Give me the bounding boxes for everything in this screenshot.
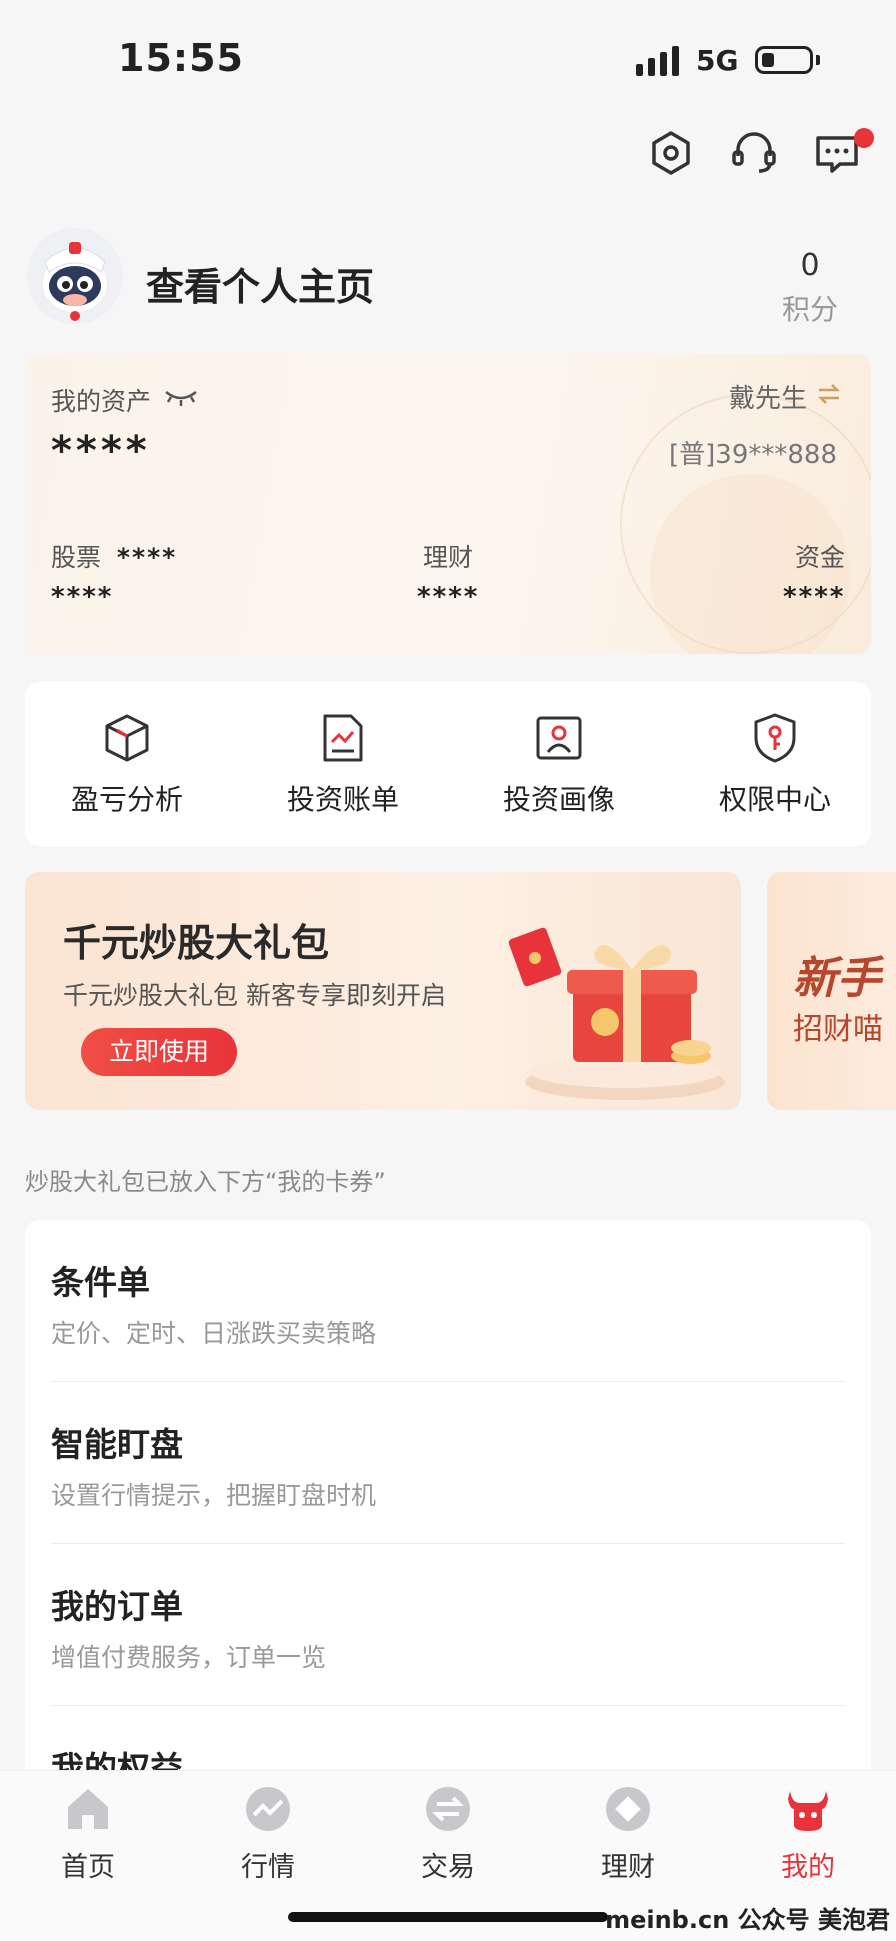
tab-home[interactable]: 首页 (28, 1785, 148, 1895)
settings-icon[interactable] (646, 128, 696, 178)
tab-market[interactable]: 行情 (208, 1785, 328, 1895)
account-number: [普]39***888 (669, 440, 837, 470)
tool-label: 投资账单 (286, 783, 399, 816)
stock-label: 股票 **** (51, 543, 178, 572)
service-my-orders[interactable]: 我的订单 增值付费服务，订单一览 (25, 1544, 871, 1706)
voucher-note: 炒股大礼包已放入下方“我的卡券” (25, 1168, 386, 1196)
service-desc: 设置行情提示，把握盯盘时机 (51, 1481, 377, 1510)
tab-label: 首页 (61, 1852, 115, 1883)
status-bar: 15:55 5G (0, 0, 896, 120)
tab-trade[interactable]: 交易 (388, 1785, 508, 1895)
tab-wealth[interactable]: 理财 (568, 1785, 688, 1895)
network-label: 5G (696, 44, 739, 77)
funds-value: **** (783, 582, 846, 612)
chart-doc-icon (323, 714, 363, 762)
points-value[interactable]: 0 (770, 248, 850, 283)
bull-mascot-icon (27, 228, 123, 324)
tab-label: 我的 (781, 1852, 835, 1883)
service-desc: 增值付费服务，订单一览 (51, 1643, 327, 1672)
tool-investor-profile[interactable]: 投资画像 (469, 712, 649, 832)
bull-icon (788, 1791, 828, 1831)
newbie-banner[interactable]: 新手 招财喵 (767, 872, 896, 1110)
tools-card: 盈亏分析 投资账单 投资画像 权限中心 (25, 682, 871, 846)
service-conditional-order[interactable]: 条件单 定价、定时、日涨跌买卖策略 (25, 1220, 871, 1382)
home-icon (68, 1789, 108, 1829)
tool-profit-analysis[interactable]: 盈亏分析 (37, 712, 217, 832)
tab-label: 理财 (601, 1852, 655, 1883)
asset-total: **** (51, 428, 151, 474)
banner-subtitle: 千元炒股大礼包 新客专享即刻开启 (63, 981, 446, 1010)
switch-account-icon[interactable] (815, 380, 843, 408)
tool-label: 盈亏分析 (70, 783, 183, 816)
shield-key-icon (754, 713, 796, 763)
banner2-subtitle: 招财喵 (793, 1012, 883, 1047)
service-my-benefits[interactable]: 我的权益 (25, 1706, 871, 1780)
tool-label: 投资画像 (502, 783, 615, 816)
stock-value: **** (51, 582, 114, 612)
tool-permission-center[interactable]: 权限中心 (685, 712, 865, 832)
tool-label: 权限中心 (718, 783, 831, 816)
banner-title: 千元炒股大礼包 (63, 921, 330, 965)
tab-mine[interactable]: 我的 (748, 1785, 868, 1895)
portrait-icon (536, 716, 582, 760)
market-icon (246, 1787, 290, 1831)
my-assets-label: 我的资产 (51, 387, 152, 416)
avatar[interactable] (27, 228, 123, 324)
banner2-title: 新手 (793, 953, 881, 1004)
wealth-value: **** (417, 582, 480, 612)
points-label[interactable]: 积分 (770, 288, 850, 328)
eye-closed-icon[interactable] (163, 386, 199, 408)
notification-dot (854, 128, 874, 148)
funds-label: 资金 (795, 543, 846, 572)
status-time: 15:55 (118, 36, 244, 80)
watermark: meinb.cn 公众号 美泡君 (605, 1906, 890, 1934)
gift-pack-banner[interactable]: 千元炒股大礼包 千元炒股大礼包 新客专享即刻开启 立即使用 (25, 872, 741, 1110)
home-indicator (288, 1912, 608, 1922)
asset-card[interactable]: 我的资产 **** 戴先生 [普]39***888 股票 **** **** 理… (25, 354, 871, 654)
service-list: 条件单 定价、定时、日涨跌买卖策略 智能盯盘 设置行情提示，把握盯盘时机 我的订… (25, 1220, 871, 1780)
gift-box-icon (508, 927, 725, 1100)
tab-label: 行情 (241, 1852, 295, 1883)
profile-link[interactable]: 查看个人主页 (146, 256, 374, 311)
battery-icon (755, 46, 813, 74)
trade-icon (426, 1787, 470, 1831)
wealth-icon (606, 1787, 650, 1831)
service-title: 条件单 (51, 1263, 150, 1302)
signal-icon (636, 46, 679, 76)
use-now-button[interactable]: 立即使用 (81, 1028, 237, 1076)
customer-service-icon[interactable] (729, 128, 779, 178)
service-title: 智能盯盘 (51, 1425, 183, 1464)
wealth-label: 理财 (423, 543, 474, 572)
user-name[interactable]: 戴先生 (729, 378, 807, 415)
tool-investment-bill[interactable]: 投资账单 (253, 712, 433, 832)
cube-icon (105, 714, 149, 762)
service-title: 我的订单 (51, 1587, 183, 1626)
tab-label: 交易 (421, 1852, 475, 1883)
service-smart-monitor[interactable]: 智能盯盘 设置行情提示，把握盯盘时机 (25, 1382, 871, 1544)
service-desc: 定价、定时、日涨跌买卖策略 (51, 1319, 377, 1348)
